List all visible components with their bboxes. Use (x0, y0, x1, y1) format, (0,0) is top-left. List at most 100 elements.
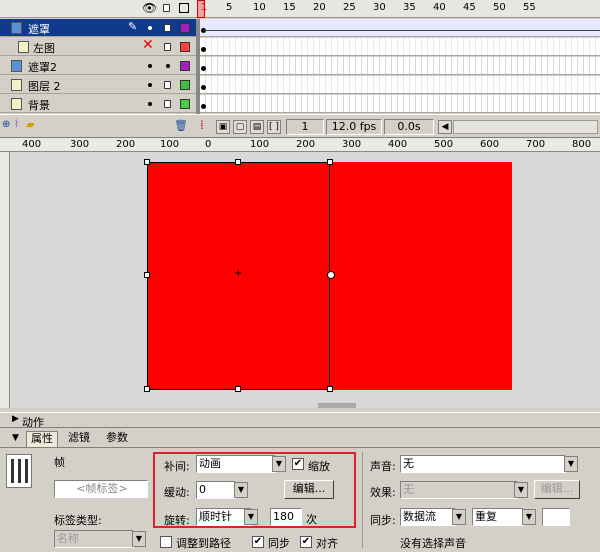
keyframe[interactable] (201, 66, 206, 71)
frame-name-input[interactable]: <帧标签> (54, 480, 148, 498)
frame-number: 50 (493, 2, 506, 13)
chevron-down-icon[interactable]: ▼ (132, 531, 146, 547)
layer-row-background[interactable]: 背景 (0, 95, 196, 113)
transform-handle[interactable] (327, 159, 333, 165)
sync2-label: 同步: (370, 514, 396, 527)
layer-row-mask[interactable]: 遮罩 ✎ (0, 19, 196, 37)
layer-row-mask2[interactable]: 遮罩2 (0, 57, 196, 75)
visibility-dot[interactable] (148, 64, 152, 68)
frame-strip[interactable] (200, 19, 600, 37)
lock-icon[interactable] (164, 100, 171, 108)
ruler-label: 300 (342, 139, 362, 150)
layer-color-swatch[interactable] (180, 80, 190, 90)
timeline-panel: 👁 1 5 10 15 20 25 30 35 40 45 50 55 遮罩 ✎… (0, 0, 600, 138)
frame-strip[interactable] (200, 38, 600, 56)
layer-color-swatch[interactable] (180, 99, 190, 109)
sound-label: 声音: (370, 460, 396, 473)
layer-name: 图层 2 (28, 80, 61, 93)
onion-markers-icon[interactable]: [ ] (267, 120, 281, 134)
eye-icon[interactable]: 👁 (142, 1, 157, 15)
frame-ruler[interactable]: 1 5 10 15 20 25 30 35 40 45 50 55 (197, 0, 600, 18)
center-frame-icon[interactable]: ⁞ (200, 118, 204, 132)
timeline-scrollbar[interactable] (453, 120, 598, 134)
lock-icon[interactable] (163, 4, 170, 12)
orient-to-path-checkbox[interactable] (160, 536, 172, 548)
lock-icon[interactable] (164, 24, 171, 32)
tab-properties[interactable]: 属性 (26, 431, 58, 447)
visibility-dot[interactable] (148, 102, 152, 106)
tab-filters[interactable]: 滤镜 (64, 431, 94, 447)
hidden-x-icon[interactable]: ✕ (142, 37, 154, 53)
keyframe[interactable] (201, 104, 206, 109)
chevron-down-icon[interactable]: ▼ (452, 509, 466, 525)
scroll-left-icon[interactable]: ◀ (438, 120, 452, 134)
edit-sound-button[interactable]: 编辑... (534, 480, 580, 499)
highlight-box (153, 452, 356, 528)
transform-handle[interactable] (235, 386, 241, 392)
time-display: 0.0s (384, 119, 434, 135)
visibility-dot[interactable] (148, 26, 152, 30)
fps-display[interactable]: 12.0 fps (326, 119, 382, 135)
frame-number: 10 (253, 2, 266, 13)
lock-icon[interactable] (164, 43, 171, 51)
layer-color-swatch[interactable] (180, 23, 190, 33)
chevron-down-icon[interactable]: ▼ (564, 456, 578, 472)
ruler-label: 200 (296, 139, 316, 150)
horizontal-ruler: 400 300 200 100 0 100 200 300 400 500 60… (0, 138, 600, 152)
lock-icon[interactable] (164, 81, 171, 89)
frame-number: 5 (226, 2, 233, 13)
onion-skin-icon[interactable]: ▣ (216, 120, 230, 134)
keyframe[interactable] (201, 47, 206, 52)
transform-handle[interactable] (144, 386, 150, 392)
visibility-dot[interactable] (148, 83, 152, 87)
layer-row-layer2[interactable]: 图层 2 (0, 76, 196, 94)
chevron-down-icon[interactable]: ▼ (522, 509, 536, 525)
lock-dot[interactable] (166, 64, 170, 68)
chevron-down-icon[interactable]: ▼ (514, 482, 528, 498)
edit-multiple-frames-icon[interactable]: ▤ (250, 120, 264, 134)
transform-handle[interactable] (144, 159, 150, 165)
actions-label: 动作 (22, 416, 44, 429)
onion-outline-icon[interactable]: ▢ (233, 120, 247, 134)
collapse-handle[interactable] (318, 403, 356, 408)
stage-area[interactable]: 400 300 200 100 0 100 200 300 400 500 60… (0, 138, 600, 408)
add-layer-icon[interactable]: ⊕ (2, 119, 10, 130)
sync-checkbox[interactable]: ✔ (252, 536, 264, 548)
frame-strip[interactable] (200, 57, 600, 75)
snap-label: 对齐 (316, 537, 338, 550)
layer-color-swatch[interactable] (180, 42, 190, 52)
label-type-select[interactable]: 名称 (54, 530, 134, 548)
frame-number: 30 (373, 2, 386, 13)
tab-parameters[interactable]: 参数 (102, 431, 132, 447)
mask-layer-icon (11, 60, 22, 72)
actions-panel-bar[interactable]: ▶ 动作 (0, 412, 600, 429)
frame-strip[interactable] (200, 76, 600, 94)
collapse-arrow-icon[interactable]: ▼ (12, 433, 19, 443)
ruler-label: 300 (70, 139, 90, 150)
effect-select[interactable]: 无 (400, 481, 518, 499)
vertical-ruler (0, 152, 10, 408)
snap-checkbox[interactable]: ✔ (300, 536, 312, 548)
label-type-label: 标签类型: (54, 514, 102, 527)
transform-point[interactable] (327, 271, 335, 279)
layer-color-swatch[interactable] (180, 61, 190, 71)
layer-icon (18, 41, 29, 53)
repeat-select[interactable]: 重复 (472, 508, 524, 526)
transform-handle[interactable] (144, 272, 150, 278)
add-guide-icon[interactable]: ⌇ (14, 119, 19, 130)
layer-row-left-image[interactable]: 左图 ✕ (0, 37, 196, 56)
repeat-count-input[interactable] (542, 508, 570, 526)
keyframe[interactable] (201, 85, 206, 90)
sound-select[interactable]: 无 (400, 455, 566, 473)
frame-strip[interactable] (200, 95, 600, 113)
frame-label: 帧 (54, 456, 65, 469)
layer-icon (11, 79, 22, 91)
transform-handle[interactable] (235, 159, 241, 165)
outline-icon[interactable] (179, 3, 189, 13)
sync-select[interactable]: 数据流 (400, 508, 456, 526)
transform-handle[interactable] (327, 386, 333, 392)
add-folder-icon[interactable]: ▰ (26, 118, 34, 131)
red-rectangle-right[interactable] (330, 162, 512, 390)
delete-layer-icon[interactable]: 🗑 (174, 119, 188, 132)
layer-icon (11, 98, 22, 110)
